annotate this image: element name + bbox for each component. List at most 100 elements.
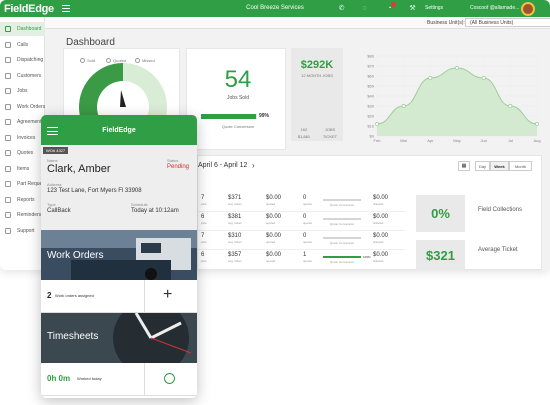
sidebar-item-icon [5, 119, 11, 125]
row-divider [197, 211, 405, 212]
divider [144, 280, 145, 313]
range-day-button[interactable]: Day [475, 161, 490, 171]
business-unit-bar: Business Unit(s): (All Business Units) [45, 17, 550, 29]
sidebar-item-label: Quotes [17, 150, 34, 156]
company-name: Cool Breeze Services [246, 5, 304, 11]
chat-icon[interactable]: ◌ [360, 4, 369, 13]
jobs-cell-value: 7 [201, 233, 205, 239]
data-point [375, 122, 379, 126]
data-point [455, 66, 459, 70]
tool-icon[interactable]: ⚒ [408, 4, 417, 13]
sidebar-item-customers[interactable]: Customers [0, 69, 45, 83]
sidebar-item-label: Agreements [17, 119, 44, 125]
sidebar-item-agreements[interactable]: Agreements [0, 115, 45, 129]
business-unit-select[interactable]: (All Business Units) [465, 18, 550, 27]
work-order-tag: WO# 4327 [43, 147, 69, 154]
jobs-sold-label: Jobs Sold [227, 95, 249, 101]
sidebar-item-label: Invoices [17, 134, 36, 141]
quoted-amount-cell-value: $0.00 [266, 195, 282, 201]
sidebar-item-label: Support [17, 227, 35, 234]
data-point [428, 76, 433, 80]
add-work-order-button[interactable]: + [163, 286, 172, 304]
x-tick-label: Aug [533, 138, 540, 143]
work-orders-count: 2 [47, 291, 52, 300]
revenue-area-chart: $80$70$60$50$40$30$20$10$0Feb Mar Apr May Ju… [367, 54, 540, 144]
avg-ticket-cell: $310 avg. ticket [228, 233, 242, 244]
avg-ticket-cell-value: $381 [228, 214, 242, 220]
sidebar-item-icon [5, 227, 11, 234]
x-tick-label: Jun [480, 138, 486, 143]
sidebar-item-icon [5, 196, 11, 203]
sidebar-item-work-orders[interactable]: Work Orders [0, 100, 45, 114]
pie-needle [120, 90, 126, 107]
average-ticket-label: Average Ticket [478, 247, 518, 253]
quote-conversion-fill [201, 114, 257, 119]
range-week-button[interactable]: Week [490, 161, 509, 171]
sidebar-item-reminders[interactable]: Reminders [0, 208, 45, 222]
revenue-label: 12 MONTH JOBS [301, 73, 333, 78]
timesheets-tile[interactable]: Timesheets [41, 313, 197, 363]
mobile-header: FieldEdge [41, 115, 197, 145]
quotes-count-cell-caption: quotes [303, 259, 313, 263]
sidebar-item-icon [5, 72, 11, 79]
work-orders-tile[interactable]: Work Orders [41, 230, 197, 280]
ticketed-cell-caption: ticketed [373, 240, 384, 244]
avg-ticket-cell-value: $357 [228, 252, 242, 258]
type-value: CallBack [47, 208, 71, 214]
sidebar-item-quotes[interactable]: Quotes [0, 146, 45, 160]
sidebar-item-support[interactable]: Support [0, 224, 45, 238]
user-menu[interactable]: Coscoof @allamade... [470, 5, 519, 11]
settings-link[interactable]: Settings [425, 5, 443, 11]
avg-ticket-cell-caption: avg. ticket [228, 221, 242, 225]
range-month-button[interactable]: Month [509, 161, 532, 171]
quoted-amount-cell-caption: quoted [266, 202, 276, 206]
average-ticket-value: $321 [416, 240, 465, 270]
schedule-label: Schedule [131, 202, 148, 207]
phone-icon[interactable]: ✆ [337, 4, 346, 13]
sidebar-item-invoices[interactable]: Invoices [0, 131, 45, 145]
sidebar-item-dashboard[interactable]: Dashboard [0, 22, 45, 36]
mobile-app: FieldEdge WO# 4327 Name Clark, Amber Sta… [41, 115, 197, 398]
avatar[interactable] [521, 2, 535, 16]
sidebar-item-part-requests[interactable]: Part Requests [0, 177, 45, 191]
next-week-button[interactable]: › [252, 161, 255, 170]
jobs-cell-caption: jobs [201, 202, 207, 206]
sidebar-item-icon [5, 88, 11, 94]
calendar-icon[interactable]: ▦ [458, 161, 470, 171]
quotes-count-cell: 1 quotes [303, 252, 312, 263]
clock-icon[interactable] [164, 373, 175, 384]
quoted-amount-cell-value: $0.00 [266, 252, 282, 258]
sidebar-item-reports[interactable]: Reports [0, 193, 45, 207]
jobs-cell-value: 6 [201, 214, 205, 220]
sidebar-item-label: Jobs [17, 88, 28, 94]
field-collections-value: 0% [416, 195, 465, 232]
sidebar-item-icon [5, 181, 11, 187]
sidebar-item-icon [5, 150, 11, 156]
sidebar-item-jobs[interactable]: Jobs [0, 84, 45, 98]
quoted-amount-cell-caption: quoted [266, 240, 276, 244]
sidebar-item-label: Calls [17, 41, 29, 48]
sidebar: Dashboard Calls Dispatching Customers Jobs Wo… [0, 17, 45, 270]
quotes-count-cell-value: 0 [303, 214, 307, 220]
sidebar-item-dispatching[interactable]: Dispatching [0, 53, 45, 67]
sidebar-item-calls[interactable]: Calls [0, 38, 45, 52]
quotes-count-cell-value: 0 [303, 233, 307, 239]
data-point [481, 76, 486, 80]
sidebar-item-label: Items [17, 165, 30, 172]
avg-ticket-cell: $357 avg. ticket [228, 252, 242, 263]
quoted-amount-cell-caption: quoted [266, 221, 276, 225]
status-label: Status [167, 158, 179, 163]
quotes-count-cell: 0 quotes [303, 214, 312, 225]
field-collections-label: Field Collections [478, 207, 523, 213]
quotes-count-cell-value: 1 [303, 252, 307, 258]
quoted-amount-cell-value: $0.00 [266, 233, 282, 239]
divider [144, 363, 145, 396]
sidebar-item-items[interactable]: Items [0, 162, 45, 176]
ticketed-cell: $0.00 ticketed [373, 214, 388, 225]
y-tick-label: $30 [367, 104, 374, 109]
avg-ticket-cell-value: $371 [228, 195, 242, 201]
job-card[interactable]: WO# 4327 Name Clark, Amber Status Pendin… [41, 145, 197, 230]
work-orders-title: Work Orders [47, 250, 104, 261]
ticketed-cell: $0.00 ticketed [373, 195, 388, 206]
stat-right-bottom: TICKET [322, 134, 338, 139]
